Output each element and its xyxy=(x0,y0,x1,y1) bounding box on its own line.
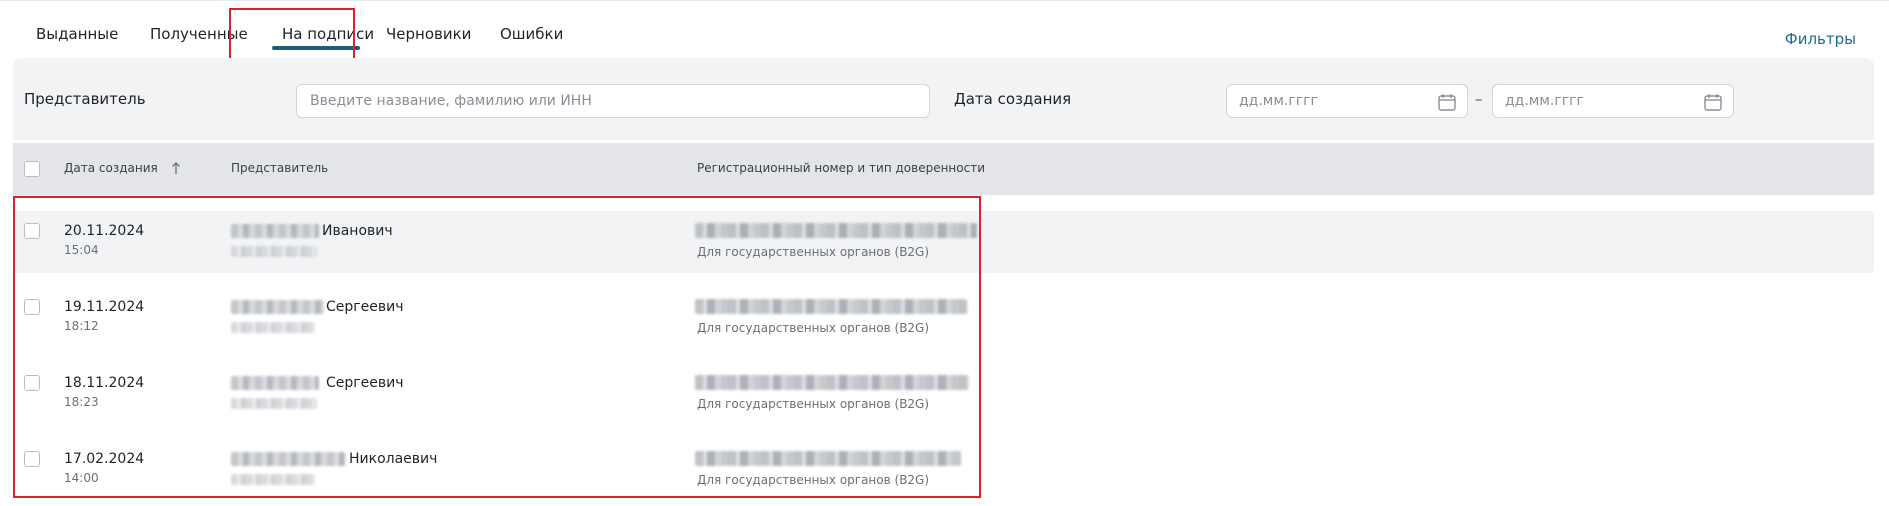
tab-pending-signature[interactable]: На подписи xyxy=(252,14,380,60)
row-date: 17.02.2024 xyxy=(64,451,145,467)
table-row[interactable]: 20.11.2024 15:04 Иванович Для государств… xyxy=(13,211,1874,273)
row-patronymic: Иванович xyxy=(322,223,393,239)
row-time: 15:04 xyxy=(64,243,99,257)
row-checkbox[interactable] xyxy=(24,299,40,315)
redacted-registration-number xyxy=(695,451,961,466)
representative-label: Представитель xyxy=(24,90,146,108)
representative-search-input[interactable] xyxy=(296,84,930,118)
row-checkbox[interactable] xyxy=(24,375,40,391)
row-time: 14:00 xyxy=(64,471,99,485)
top-divider xyxy=(0,0,1889,1)
date-from-input[interactable]: дд.мм.гггг xyxy=(1226,84,1468,118)
tab-bar: Выданные Полученные На подписи Черновики… xyxy=(20,14,574,60)
row-power-type: Для государственных органов (B2G) xyxy=(697,245,930,259)
date-from-placeholder: дд.мм.гггг xyxy=(1239,93,1318,109)
row-checkbox[interactable] xyxy=(24,223,40,239)
row-date: 19.11.2024 xyxy=(64,299,145,315)
created-date-label: Дата создания xyxy=(954,90,1072,108)
select-all-checkbox[interactable] xyxy=(24,161,40,177)
redacted-inn xyxy=(231,322,315,333)
table-header: Дата создания Представитель Регистрацион… xyxy=(13,143,1874,195)
row-power-type: Для государственных органов (B2G) xyxy=(697,321,930,335)
sort-ascending-icon[interactable] xyxy=(170,161,182,175)
row-time: 18:12 xyxy=(64,319,99,333)
row-power-type: Для государственных органов (B2G) xyxy=(697,397,930,411)
column-representative: Представитель xyxy=(231,161,329,175)
redacted-name xyxy=(231,224,319,238)
table-row[interactable]: 19.11.2024 18:12 Сергеевич Для государст… xyxy=(13,287,1874,349)
date-range-separator: – xyxy=(1475,90,1483,108)
row-checkbox[interactable] xyxy=(24,451,40,467)
row-patronymic: Сергеевич xyxy=(326,299,404,315)
tab-drafts[interactable]: Черновики xyxy=(380,14,484,60)
redacted-inn xyxy=(231,474,315,485)
tab-errors[interactable]: Ошибки xyxy=(484,14,574,60)
redacted-name xyxy=(231,376,319,390)
tab-received[interactable]: Полученные xyxy=(134,14,252,60)
redacted-name xyxy=(231,452,345,466)
redacted-registration-number xyxy=(695,223,977,238)
date-to-placeholder: дд.мм.гггг xyxy=(1505,93,1584,109)
row-time: 18:23 xyxy=(64,395,99,409)
table-row[interactable]: 18.11.2024 18:23 Сергеевич Для государст… xyxy=(13,363,1874,425)
filter-panel: Представитель Дата создания дд.мм.гггг –… xyxy=(13,58,1874,140)
row-patronymic: Николаевич xyxy=(349,451,438,467)
table-row[interactable]: 17.02.2024 14:00 Николаевич Для государс… xyxy=(13,439,1874,501)
redacted-registration-number xyxy=(695,375,969,390)
redacted-name xyxy=(231,300,324,314)
redacted-registration-number xyxy=(695,299,967,314)
filters-link[interactable]: Фильтры xyxy=(1785,30,1856,48)
date-to-input[interactable]: дд.мм.гггг xyxy=(1492,84,1734,118)
row-date: 20.11.2024 xyxy=(64,223,145,239)
calendar-icon[interactable] xyxy=(1437,92,1457,112)
redacted-inn xyxy=(231,246,317,257)
row-date: 18.11.2024 xyxy=(64,375,145,391)
calendar-icon[interactable] xyxy=(1703,92,1723,112)
row-patronymic: Сергеевич xyxy=(326,375,404,391)
column-created-date[interactable]: Дата создания xyxy=(64,161,158,175)
column-registration-number: Регистрационный номер и тип доверенности xyxy=(697,161,985,175)
redacted-inn xyxy=(231,398,317,409)
row-power-type: Для государственных органов (B2G) xyxy=(697,473,930,487)
tab-issued[interactable]: Выданные xyxy=(20,14,134,60)
